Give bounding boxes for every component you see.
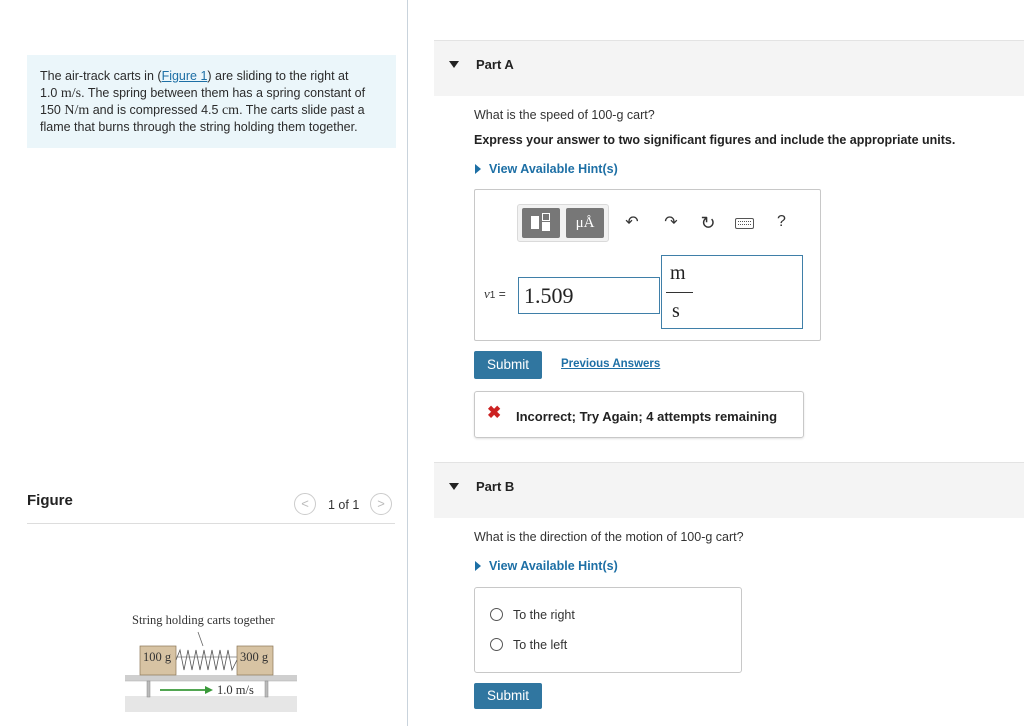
string-label: String holding carts together <box>132 613 275 627</box>
pane-divider <box>407 0 408 726</box>
unit-denominator: s <box>672 300 680 322</box>
chevron-left-icon[interactable]: < <box>294 493 316 515</box>
part-a-submit-button[interactable]: Submit <box>474 351 542 379</box>
answer-variable: v1 = <box>484 286 506 301</box>
keyboard-icon[interactable] <box>735 218 754 229</box>
problem-text: . The carts slide past a <box>239 103 365 117</box>
previous-answers-link[interactable]: Previous Answers <box>561 358 660 370</box>
part-b-hint-link[interactable]: View Available Hint(s) <box>489 559 618 573</box>
problem-text: The air-track carts in ( <box>40 69 162 83</box>
spring <box>175 648 238 672</box>
help-icon[interactable]: ? <box>777 213 786 231</box>
units-button[interactable]: μÅ <box>566 208 604 238</box>
hint-expand-icon[interactable] <box>475 164 481 174</box>
problem-text: . The spring between them has a spring c… <box>81 86 366 100</box>
part-b-question: What is the direction of the motion of 1… <box>474 530 744 544</box>
part-a-question: What is the speed of 100-g cart? <box>474 108 655 122</box>
speed-value: 1.0 <box>40 86 58 100</box>
problem-text: flame that burns through the string hold… <box>40 120 358 134</box>
part-a-header[interactable] <box>434 40 1024 96</box>
carts-figure <box>125 631 297 712</box>
problem-text: ) are sliding to the right at <box>207 69 349 83</box>
template-toolbar: μÅ <box>517 204 609 242</box>
hint-expand-icon[interactable] <box>475 561 481 571</box>
cart-300g-label: 300 g <box>240 650 269 664</box>
unit-numerator: m <box>670 262 686 284</box>
part-a-hint-link[interactable]: View Available Hint(s) <box>489 162 618 176</box>
cart-100g-label: 100 g <box>143 650 172 664</box>
redo-icon[interactable]: ↷ <box>661 213 681 233</box>
undo-icon[interactable]: ↶ <box>622 213 642 233</box>
fraction-bar <box>666 292 693 293</box>
figure-link[interactable]: Figure 1 <box>162 69 208 83</box>
collapse-triangle-icon[interactable] <box>449 483 459 490</box>
part-b-submit-button[interactable]: Submit <box>474 683 542 709</box>
part-a-label: Part A <box>476 57 514 72</box>
compression-unit: cm <box>221 103 240 118</box>
reset-icon[interactable]: ↻ <box>698 213 718 233</box>
track-shadow <box>125 696 297 712</box>
spring-constant-value: 150 <box>40 103 61 117</box>
radio-to-the-right[interactable] <box>490 608 503 621</box>
velocity-label: 1.0 m/s <box>217 683 254 697</box>
speed-unit: m/s <box>60 86 82 101</box>
part-b-label: Part B <box>476 479 515 494</box>
problem-statement: The air-track carts in (Figure 1) are sl… <box>27 55 396 148</box>
radio-to-the-left[interactable] <box>490 638 503 651</box>
choice-label[interactable]: To the left <box>513 638 567 652</box>
unit-input[interactable]: m s <box>661 255 803 329</box>
collapse-triangle-icon[interactable] <box>449 61 459 68</box>
figure-pager: 1 of 1 <box>328 498 360 512</box>
spring-constant-unit: N/m <box>64 103 90 118</box>
string-pointer <box>197 631 204 647</box>
feedback-text: Incorrect; Try Again; 4 attempts remaini… <box>516 409 778 424</box>
feedback-message: ✖ Incorrect; Try Again; 4 attempts remai… <box>474 391 804 438</box>
chevron-right-icon[interactable]: > <box>370 493 392 515</box>
choice-list: To the right To the left <box>474 587 742 673</box>
air-track <box>125 675 297 681</box>
templates-icon[interactable] <box>522 208 560 238</box>
part-a-instruction: Express your answer to two significant f… <box>474 133 956 147</box>
answer-value-input[interactable]: 1.509 <box>518 277 660 314</box>
problem-text: and is compressed 4.5 <box>89 103 219 117</box>
part-b-header[interactable] <box>434 462 1024 518</box>
figure-divider <box>27 523 395 524</box>
x-icon: ✖ <box>487 403 502 422</box>
choice-label[interactable]: To the right <box>513 608 575 622</box>
figure-title: Figure <box>27 492 73 509</box>
